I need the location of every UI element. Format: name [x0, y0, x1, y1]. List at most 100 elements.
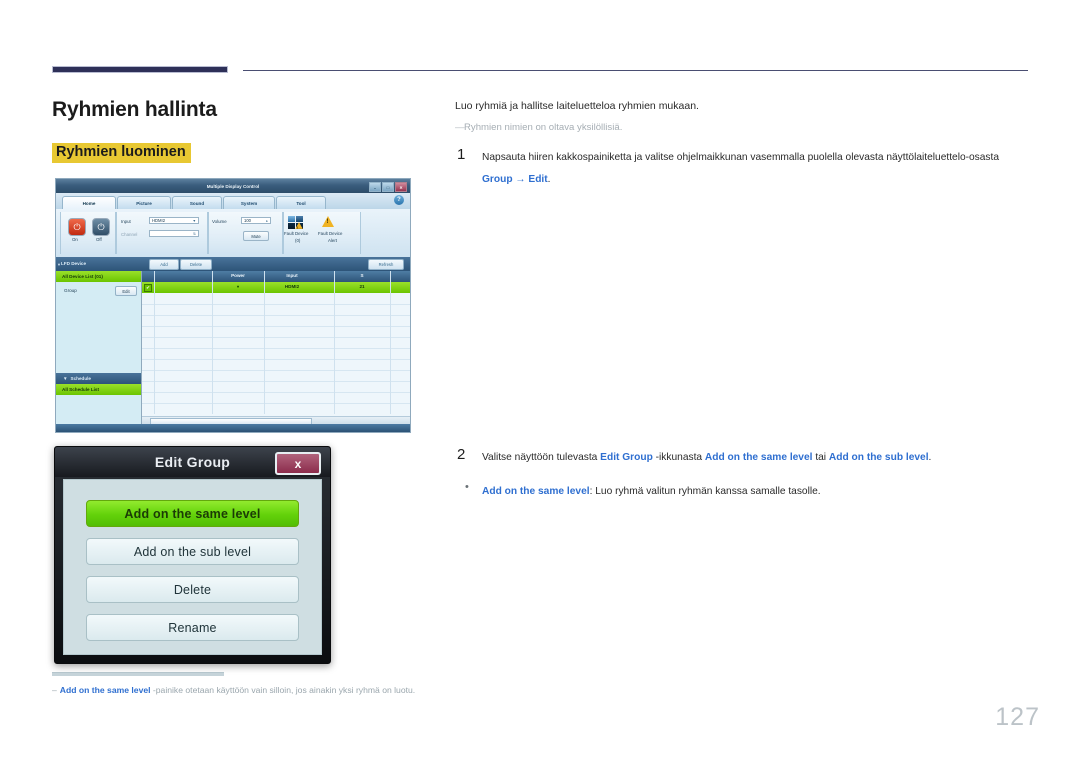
step-1-text: Napsauta hiiren kakkospainiketta ja vali… [482, 152, 1000, 163]
grid-divider [264, 271, 265, 414]
footnote-divider [52, 672, 224, 676]
intro-text: Luo ryhmiä ja hallitse laiteluetteloa ry… [455, 100, 699, 112]
grid-divider [154, 271, 155, 414]
step-2-mid2: tai [812, 452, 829, 463]
schedule-section-bar[interactable]: ▼ Schedule [56, 373, 141, 384]
volume-field[interactable]: 100 ▸ [241, 217, 271, 224]
step-1-number: 1 [457, 146, 466, 163]
row-checkbox[interactable]: ✔ [144, 284, 152, 292]
mdc-titlebar: Multiple Display Control – □ ✕ [56, 179, 410, 193]
mdc-statusbar [56, 424, 410, 432]
bullet-item-1: • Add on the same level: Luo ryhmä valit… [455, 481, 1057, 500]
fault-alert-sub: Alert [328, 238, 338, 243]
page-number: 127 [995, 703, 1040, 731]
power-icon: ⏻ [73, 222, 81, 232]
dialog-title: Edit Group [154, 454, 231, 470]
volume-label: Volume [212, 219, 227, 224]
mdc-section-bar: ▼ LFD Device Add Delete Refresh [56, 257, 410, 271]
header-rule [243, 70, 1028, 71]
delete-button[interactable]: Delete [86, 576, 299, 603]
edit-group-ref: Edit Group [600, 452, 653, 463]
note-text: Ryhmien nimien on oltava yksilöllisiä. [464, 122, 623, 133]
delete-button[interactable]: Delete [180, 259, 212, 270]
maximize-icon[interactable]: □ [382, 182, 394, 192]
grid-header-row: Power Input S [142, 271, 410, 282]
grid-header-s: S [360, 273, 364, 278]
mdc-window-controls: – □ ✕ [369, 182, 407, 192]
grid-divider [334, 271, 335, 414]
lfd-device-label: LFD Device [61, 261, 87, 266]
step-1-period: . [547, 174, 551, 185]
bullet-icon: • [465, 481, 469, 493]
add-button[interactable]: Add [149, 259, 179, 270]
help-icon[interactable]: ? [394, 195, 404, 205]
tab-system[interactable]: System [223, 196, 275, 209]
table-row[interactable] [142, 392, 410, 404]
edit-group-dialog: Edit Group x Add on the same level Add o… [54, 446, 331, 664]
close-icon[interactable]: ✕ [395, 182, 407, 192]
tab-home[interactable]: Home [62, 196, 116, 209]
power-off-label: Off [96, 237, 102, 242]
channel-label: Channel [121, 232, 138, 237]
input-label: Input [121, 219, 131, 224]
grid-cell-s: 21 [359, 284, 365, 289]
step-2-text: Valitse näyttöön tulevasta Edit Group -i… [482, 449, 1057, 466]
input-select[interactable]: HDMI2 ▼ [149, 217, 199, 224]
volume-value: 100 [244, 218, 251, 223]
bullet-1-text: Add on the same level: Luo ryhmä valitun… [482, 486, 821, 497]
add-on-same-level-button[interactable]: Add on the same level [86, 500, 299, 527]
mdc-ribbon: ⏻ On ⏻ Off Input HDMI2 ▼ Channel ⇅ Volum… [56, 209, 410, 258]
grid-header-input: Input [286, 273, 298, 278]
group-edit-link[interactable]: Group → Edit [482, 174, 548, 185]
power-on-button[interactable]: ⏻ [68, 218, 86, 236]
group-edit-button[interactable]: Edit [115, 286, 137, 296]
horizontal-scrollbar[interactable] [142, 416, 410, 425]
footnote-text: -painike otetaan käyttöön vain silloin, … [150, 685, 416, 695]
step-2-pre: Valitse näyttöön tulevasta [482, 452, 601, 463]
add-sub-level-ref: Add on the sub level [828, 452, 929, 463]
mute-button[interactable]: Mute [243, 231, 269, 241]
stepper-icon: ▸ [266, 218, 268, 223]
all-schedule-list-item[interactable]: All Schedule List [56, 384, 141, 395]
rename-button[interactable]: Rename [86, 614, 299, 641]
close-icon[interactable]: x [275, 452, 321, 475]
power-on-label: On [72, 237, 78, 242]
minimize-icon[interactable]: – [369, 182, 381, 192]
add-same-level-ref: Add on the same level [704, 452, 813, 463]
fault-device-count: (0) [295, 238, 301, 243]
fault-device-label: Fault Device [284, 231, 309, 236]
power-off-button[interactable]: ⏻ [92, 218, 110, 236]
tab-picture[interactable]: Picture [117, 196, 171, 209]
chevron-down-icon: ▼ [63, 376, 68, 381]
grid-cell-input: HDMI2 [284, 284, 300, 289]
dialog-body: Add on the same level Add on the sub lev… [63, 479, 322, 655]
group-row[interactable]: Group Edit [56, 284, 141, 296]
mdc-app-screenshot: Multiple Display Control – □ ✕ Home Pict… [55, 178, 411, 433]
add-on-sub-level-button[interactable]: Add on the sub level [86, 538, 299, 565]
fault-alert-icon[interactable]: ! [322, 216, 337, 229]
channel-stepper[interactable]: ⇅ [149, 230, 199, 237]
page-title: Ryhmien hallinta [52, 98, 217, 121]
mdc-sidebar: All Device List (01) Group Edit ▼ Schedu… [56, 271, 142, 424]
tab-sound[interactable]: Sound [172, 196, 222, 209]
power-icon: ⏻ [97, 222, 105, 232]
grid-selected-row[interactable]: ● HDMI2 21 [142, 282, 410, 293]
grid-divider [390, 271, 391, 414]
grid-divider [212, 271, 213, 414]
step-1-link-line: Group → Edit. [482, 171, 1030, 188]
tab-tool[interactable]: Tool [276, 196, 326, 209]
step-2-end: . [928, 452, 932, 463]
footnote-dash: – [52, 685, 57, 695]
bullet-1-rest: : Luo ryhmä valitun ryhmän kanssa samall… [589, 486, 821, 497]
step-1: 1 Napsauta hiiren kakkospainiketta ja va… [455, 146, 1030, 188]
footnote-bold: Add on the same level [59, 685, 151, 695]
right-column: Luo ryhmiä ja hallitse laiteluetteloa ry… [455, 98, 1030, 188]
step-2: 2 Valitse näyttöön tulevasta Edit Group … [455, 446, 1057, 466]
fault-device-icon[interactable]: ! [288, 216, 303, 230]
refresh-button[interactable]: Refresh [368, 259, 404, 270]
fault-alert-label: Fault Device [318, 231, 343, 236]
step-2-number: 2 [457, 446, 466, 463]
group-label: Group [64, 287, 77, 293]
all-device-list-item[interactable]: All Device List (01) [56, 271, 141, 282]
manual-page: Ryhmien hallinta Ryhmien luominen Multip… [0, 0, 1080, 763]
